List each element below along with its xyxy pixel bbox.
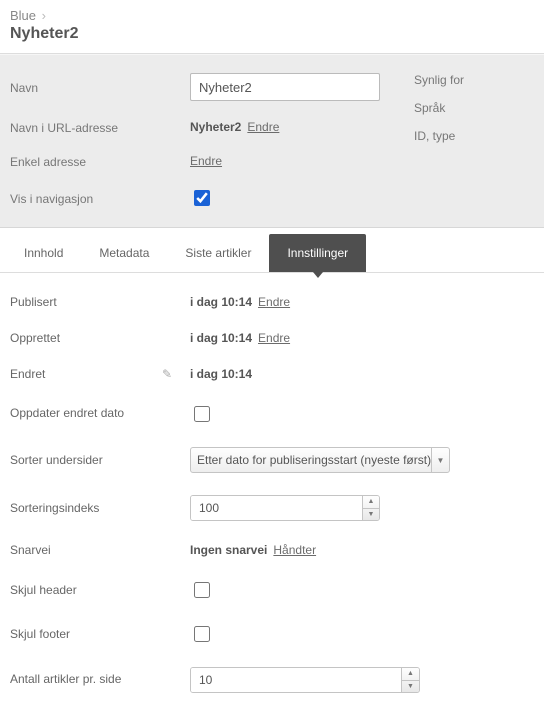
hide-footer-checkbox[interactable] bbox=[194, 626, 210, 642]
show-in-nav-checkbox[interactable] bbox=[194, 190, 210, 206]
simple-address-label: Enkel adresse bbox=[10, 153, 190, 169]
language-label[interactable]: Språk bbox=[414, 101, 534, 115]
header-panel: Navn Navn i URL-adresse Nyheter2 Endre En… bbox=[0, 54, 544, 228]
hide-footer-label: Skjul footer bbox=[10, 627, 190, 641]
sort-index-up-icon[interactable]: ▲ bbox=[363, 496, 379, 509]
url-name-label: Navn i URL-adresse bbox=[10, 119, 190, 135]
shortcut-manage-link[interactable]: Håndter bbox=[273, 543, 316, 557]
id-type-label[interactable]: ID, type bbox=[414, 129, 534, 143]
hide-header-label: Skjul header bbox=[10, 583, 190, 597]
name-label: Navn bbox=[10, 79, 190, 95]
settings-panel: Publisert i dag 10:14 Endre Opprettet i … bbox=[0, 273, 544, 725]
sort-index-label: Sorteringsindeks bbox=[10, 501, 190, 515]
breadcrumb-parent[interactable]: Blue bbox=[10, 8, 36, 23]
visible-for-label[interactable]: Synlig for bbox=[414, 73, 534, 87]
chevron-right-icon: › bbox=[42, 8, 46, 23]
per-page-label: Antall artikler pr. side bbox=[10, 672, 190, 688]
url-change-link[interactable]: Endre bbox=[247, 120, 279, 134]
name-input[interactable] bbox=[190, 73, 380, 101]
update-modified-date-checkbox[interactable] bbox=[194, 406, 210, 422]
url-name-value: Nyheter2 bbox=[190, 120, 241, 134]
simple-address-link[interactable]: Endre bbox=[190, 154, 222, 168]
published-value: i dag 10:14 bbox=[190, 295, 252, 309]
per-page-up-icon[interactable]: ▲ bbox=[402, 668, 419, 681]
shortcut-label: Snarvei bbox=[10, 543, 190, 557]
tab-content[interactable]: Innhold bbox=[6, 234, 81, 272]
per-page-spinner[interactable]: ▲ ▼ bbox=[190, 667, 420, 693]
shortcut-value: Ingen snarvei bbox=[190, 543, 267, 557]
tab-recent-articles[interactable]: Siste artikler bbox=[167, 234, 269, 272]
published-change-link[interactable]: Endre bbox=[258, 295, 290, 309]
modified-label: Endret bbox=[10, 367, 45, 381]
per-page-down-icon[interactable]: ▼ bbox=[402, 681, 419, 693]
breadcrumb-bar: Blue › Nyheter2 bbox=[0, 0, 544, 54]
sort-subpages-select[interactable]: Etter dato for publiseringsstart (nyeste… bbox=[190, 447, 450, 473]
hide-header-checkbox[interactable] bbox=[194, 582, 210, 598]
modified-value: i dag 10:14 bbox=[190, 367, 252, 381]
created-label: Opprettet bbox=[10, 331, 190, 345]
show-in-nav-label: Vis i navigasjon bbox=[10, 190, 190, 206]
update-modified-date-label: Oppdater endret dato bbox=[10, 406, 190, 422]
tab-metadata[interactable]: Metadata bbox=[81, 234, 167, 272]
sort-index-down-icon[interactable]: ▼ bbox=[363, 509, 379, 521]
page-title: Nyheter2 bbox=[10, 25, 534, 43]
tab-settings[interactable]: Innstillinger bbox=[269, 234, 366, 272]
published-label: Publisert bbox=[10, 295, 190, 309]
created-value: i dag 10:14 bbox=[190, 331, 252, 345]
sort-subpages-value: Etter dato for publiseringsstart (nyeste… bbox=[197, 453, 431, 467]
chevron-down-icon: ▼ bbox=[431, 448, 449, 472]
created-change-link[interactable]: Endre bbox=[258, 331, 290, 345]
tab-bar: Innhold Metadata Siste artikler Innstill… bbox=[0, 234, 544, 273]
per-page-input[interactable] bbox=[191, 668, 401, 692]
sort-index-input[interactable] bbox=[191, 496, 362, 520]
pencil-icon: ✎ bbox=[162, 367, 172, 381]
breadcrumb: Blue › bbox=[10, 8, 534, 23]
sort-index-spinner[interactable]: ▲ ▼ bbox=[190, 495, 380, 521]
sort-subpages-label: Sorter undersider bbox=[10, 453, 190, 467]
